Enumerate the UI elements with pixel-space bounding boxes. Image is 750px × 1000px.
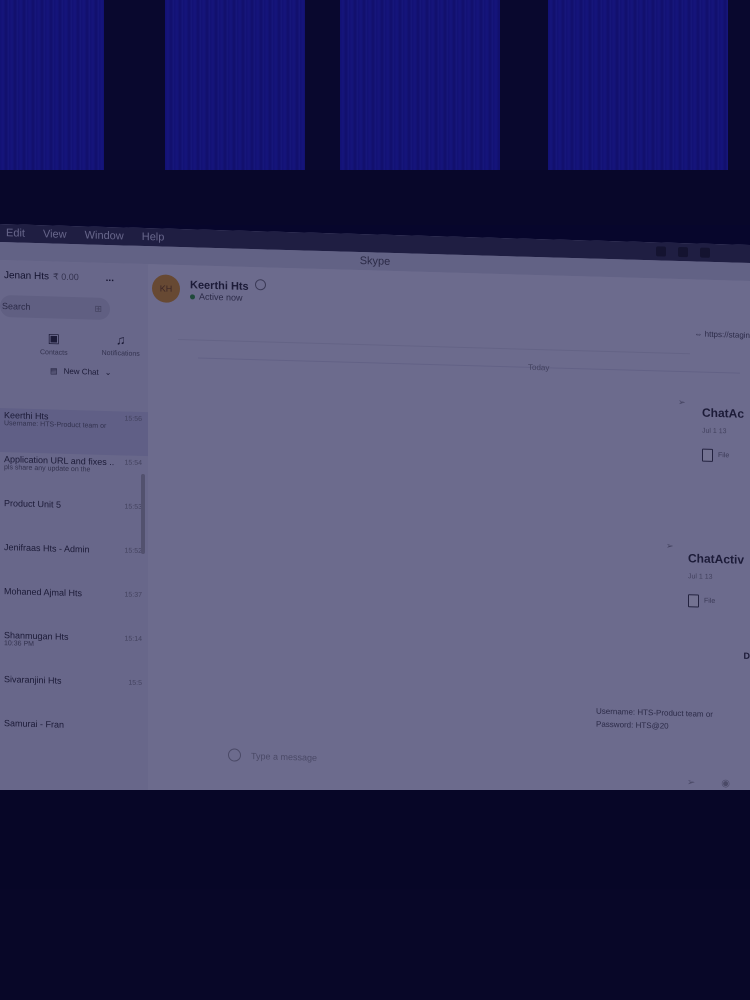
link-text: https://stagin	[704, 329, 750, 340]
chat-time: 15:53	[124, 503, 142, 511]
message-date: Jul 1 13	[702, 427, 727, 436]
chat-name: Sivaranjini Hts	[4, 674, 62, 686]
file-attachment[interactable]: File	[702, 448, 744, 463]
profile-header[interactable]: Jenan Hts ₹ 0.00 ...	[0, 260, 148, 295]
dialpad-icon[interactable]: ⊞	[94, 303, 102, 314]
sent-icon: ➢	[666, 540, 674, 551]
chat-list: Keerthi Hts Username: HTS-Product team o…	[0, 408, 148, 764]
chat-time: 15:5	[128, 679, 142, 687]
link-icon: ⇔	[694, 329, 705, 339]
monitor-bezel	[0, 170, 750, 225]
search-input[interactable]: Search ⊞	[0, 295, 110, 321]
chat-list-item[interactable]: Mohaned Ajmal Hts 15:37	[0, 584, 148, 632]
contact-info: Keerthi Hts Active now	[190, 277, 266, 303]
tray-battery-icon[interactable]	[678, 246, 688, 258]
menu-edit[interactable]: Edit	[6, 227, 25, 240]
more-options-button[interactable]: ...	[106, 273, 114, 284]
tray-wifi-icon[interactable]	[700, 247, 710, 258]
new-chat-icon: ▤	[50, 366, 58, 376]
sent-icon: ➢	[678, 396, 686, 408]
composer-placeholder: Type a message	[251, 750, 318, 763]
chat-list-item[interactable]: Shanmugan Hts 10:36 PM 15:14	[0, 628, 148, 676]
window-pane	[0, 0, 104, 170]
chat-list-item[interactable]: Sivaranjini Hts 15:5	[0, 672, 148, 720]
chat-time: 15:14	[124, 635, 142, 643]
verified-icon	[254, 279, 266, 291]
chat-time: 15:54	[124, 459, 142, 467]
microphone-icon[interactable]: ◉	[721, 778, 730, 789]
bell-icon: ♫	[115, 332, 126, 348]
sidebar-nav: ▣ Contacts ♫ Notifications	[0, 317, 148, 359]
window-pane	[340, 0, 500, 170]
send-icon[interactable]: ➢	[687, 777, 695, 788]
header-divider	[178, 338, 690, 355]
sidebar: Jenan Hts ₹ 0.00 ... Search ⊞ ▣ Contacts…	[0, 260, 149, 797]
file-icon	[688, 594, 699, 608]
desk-surface	[0, 790, 750, 1000]
system-tray	[656, 246, 750, 259]
message-card[interactable]: ChatActiv Jul 1 13 File	[688, 551, 744, 609]
window-pane	[548, 0, 728, 170]
credentials-message[interactable]: Username: HTS-Product team or Password: …	[596, 705, 713, 734]
profile-name: Jenan Hts	[4, 270, 50, 283]
chat-time: 15:37	[124, 591, 142, 599]
chat-list-item[interactable]: Keerthi Hts Username: HTS-Product team o…	[0, 408, 148, 457]
menu-window[interactable]: Window	[85, 229, 124, 242]
message-date: Jul 1 13	[688, 573, 713, 581]
nav-label: Contacts	[40, 349, 68, 357]
chat-list-item[interactable]: Product Unit 5 15:53	[0, 496, 148, 544]
shared-link[interactable]: ⇔ https://stagin	[694, 329, 750, 340]
file-label: File	[718, 452, 730, 460]
chat-name: Jenifraas Hts - Admin	[4, 542, 90, 555]
message-card[interactable]: ChatAc Jul 1 13 File	[702, 406, 744, 463]
online-dot-icon	[190, 293, 195, 299]
avatar[interactable]: KH	[152, 274, 180, 304]
chat-name: Mohaned Ajmal Hts	[4, 586, 83, 599]
monitor-screen: Edit View Window Help Skype Jenan Hts ₹ …	[0, 224, 750, 813]
date-divider-line	[198, 357, 740, 374]
status-text: Active now	[199, 291, 243, 303]
chat-time: 15:56	[124, 415, 142, 423]
emoji-icon[interactable]	[228, 748, 241, 762]
date-divider: Today	[528, 362, 550, 373]
menu-view[interactable]: View	[43, 228, 67, 241]
file-icon	[702, 448, 713, 462]
chevron-down-icon: ⌄	[104, 367, 112, 378]
contacts-icon: ▣	[47, 330, 60, 346]
menu-help[interactable]: Help	[142, 231, 165, 244]
file-label: File	[704, 597, 716, 605]
window-pane	[165, 0, 305, 170]
chat-list-scrollbar[interactable]	[141, 473, 145, 555]
chat-list-item[interactable]: Application URL and fixes ... pls share …	[0, 452, 148, 500]
search-placeholder: Search	[2, 301, 31, 312]
nav-label: Notifications	[101, 349, 140, 358]
chat-name: Product Unit 5	[4, 498, 62, 510]
conversation-pane: KH Keerthi Hts Active now ⇔ https://stag…	[148, 264, 750, 813]
tray-app-icon[interactable]	[656, 246, 666, 257]
new-chat-label: New Chat	[63, 366, 99, 377]
chat-list-item[interactable]: Samurai - Fran	[0, 716, 148, 764]
nav-contacts[interactable]: ▣ Contacts	[40, 330, 68, 357]
nav-notifications[interactable]: ♫ Notifications	[102, 332, 140, 359]
file-attachment[interactable]: File	[688, 594, 744, 609]
message-fragment: D	[743, 650, 750, 661]
message-composer[interactable]: Type a message	[228, 748, 317, 763]
skype-credit: ₹ 0.00	[53, 271, 79, 283]
chat-name: Samurai - Fran	[4, 718, 65, 730]
message-title: ChatAc	[702, 405, 745, 421]
chat-list-item[interactable]: Jenifraas Hts - Admin 15:52	[0, 540, 148, 588]
message-title: ChatActiv	[688, 551, 745, 567]
chat-time: 15:52	[124, 547, 142, 555]
composer-tools: ➢ ◉	[687, 777, 730, 789]
